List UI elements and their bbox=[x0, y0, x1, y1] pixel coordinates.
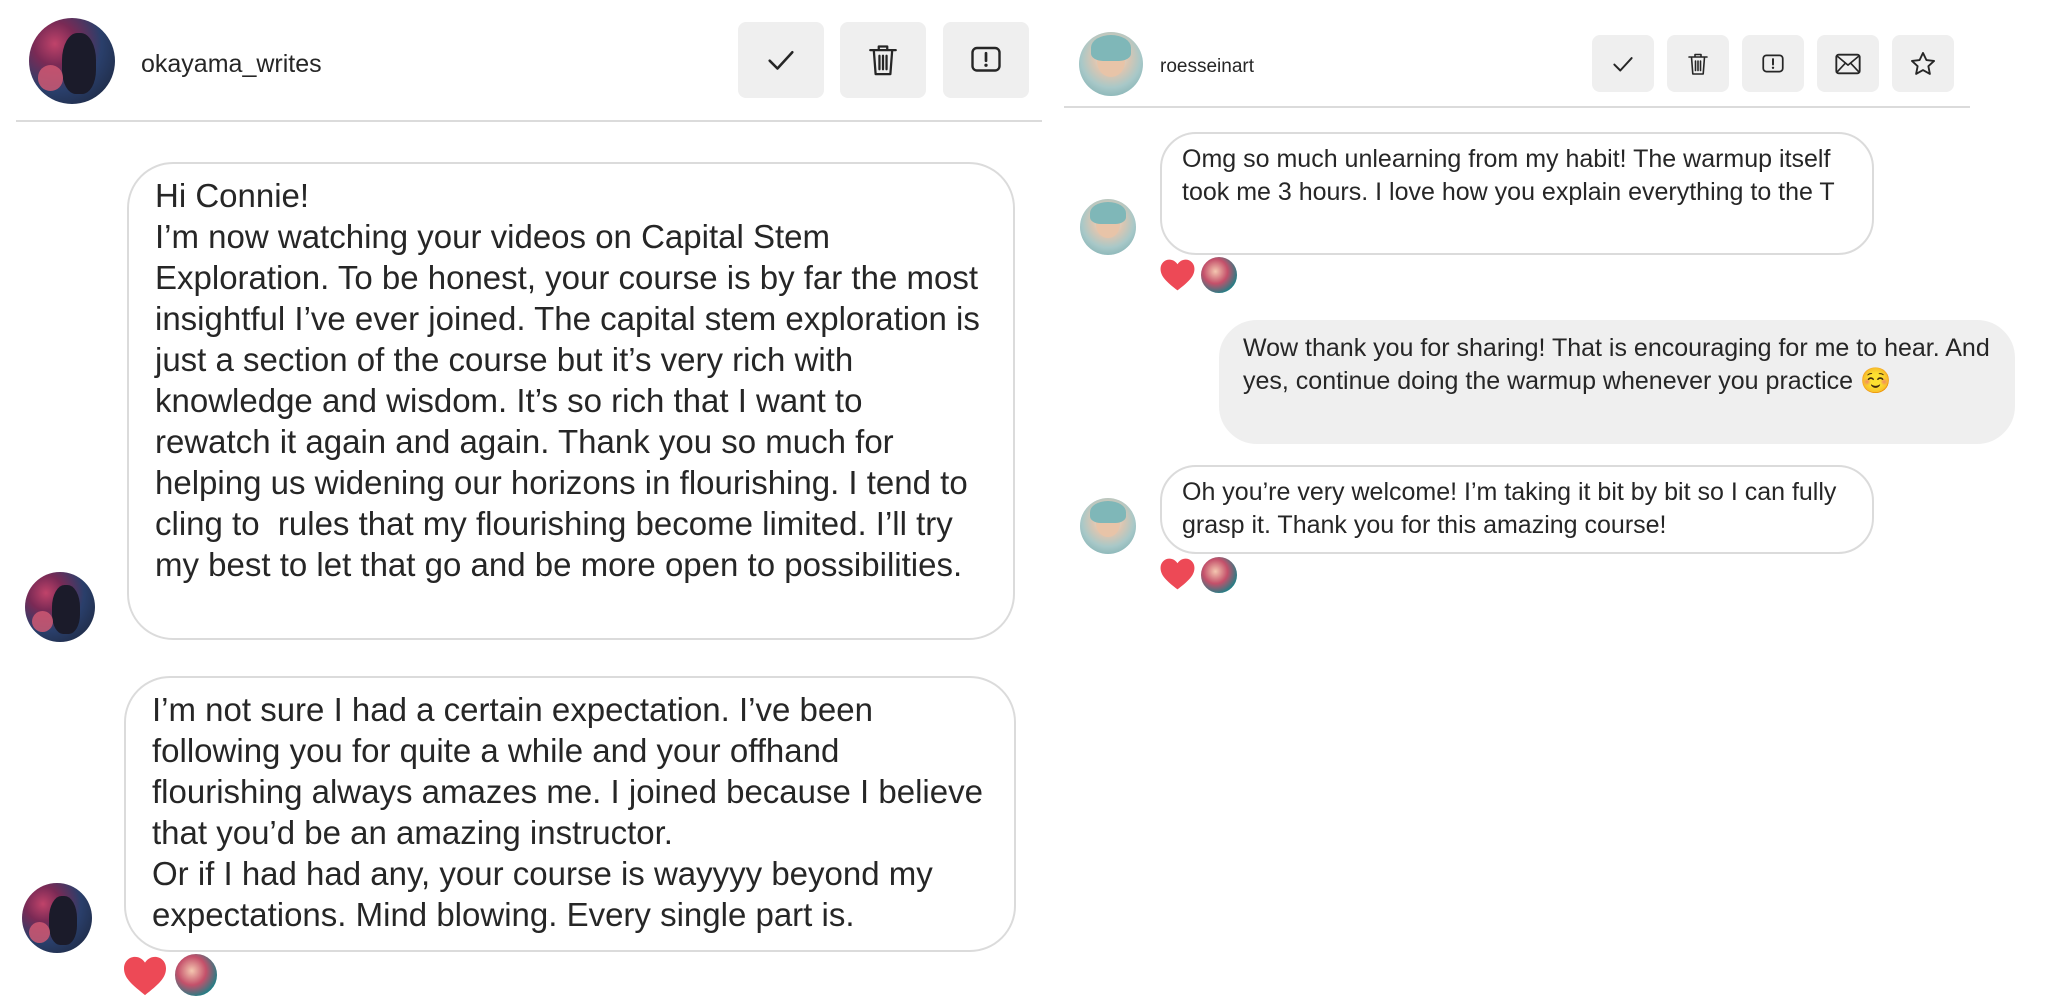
reactor-avatar[interactable] bbox=[173, 952, 219, 998]
header-divider bbox=[1064, 106, 1970, 108]
message-bubble[interactable]: Wow thank you for sharing! That is encou… bbox=[1219, 320, 2015, 444]
accept-button[interactable] bbox=[1592, 35, 1654, 92]
header-avatar[interactable] bbox=[1079, 32, 1143, 96]
trash-icon bbox=[869, 45, 897, 76]
sender-avatar[interactable] bbox=[1080, 498, 1136, 554]
message-bubble[interactable]: Hi Connie! I’m now watching your videos … bbox=[127, 162, 1015, 640]
header-avatar[interactable] bbox=[29, 18, 115, 104]
accept-button[interactable] bbox=[738, 22, 824, 98]
trash-icon bbox=[1688, 53, 1708, 75]
mail-icon bbox=[1835, 53, 1861, 74]
star-icon bbox=[1910, 51, 1936, 75]
report-button[interactable] bbox=[1742, 35, 1804, 92]
star-button[interactable] bbox=[1892, 35, 1954, 92]
report-icon bbox=[971, 46, 1001, 72]
checkmark-icon bbox=[1613, 56, 1633, 71]
message-bubble[interactable]: I’m not sure I had a certain expectation… bbox=[124, 676, 1016, 952]
heart-reaction-icon[interactable] bbox=[1159, 557, 1196, 591]
header-divider bbox=[16, 120, 1042, 122]
heart-reaction-icon[interactable] bbox=[122, 955, 168, 997]
header-username[interactable]: roesseinart bbox=[1160, 56, 1254, 78]
checkmark-icon bbox=[768, 50, 794, 70]
header-username[interactable]: okayama_writes bbox=[141, 50, 322, 79]
report-button[interactable] bbox=[943, 22, 1029, 98]
sender-avatar[interactable] bbox=[22, 883, 92, 953]
report-icon bbox=[1762, 53, 1784, 72]
reactor-avatar[interactable] bbox=[1199, 555, 1239, 595]
message-bubble[interactable]: Omg so much unlearning from my habit! Th… bbox=[1160, 132, 1874, 255]
sender-avatar[interactable] bbox=[1080, 199, 1136, 255]
mail-button[interactable] bbox=[1817, 35, 1879, 92]
delete-button[interactable] bbox=[1667, 35, 1729, 92]
reactor-avatar[interactable] bbox=[1199, 255, 1239, 295]
sender-avatar[interactable] bbox=[25, 572, 95, 642]
delete-button[interactable] bbox=[840, 22, 926, 98]
message-bubble[interactable]: Oh you’re very welcome! I’m taking it bi… bbox=[1160, 465, 1874, 554]
heart-reaction-icon[interactable] bbox=[1159, 258, 1196, 292]
